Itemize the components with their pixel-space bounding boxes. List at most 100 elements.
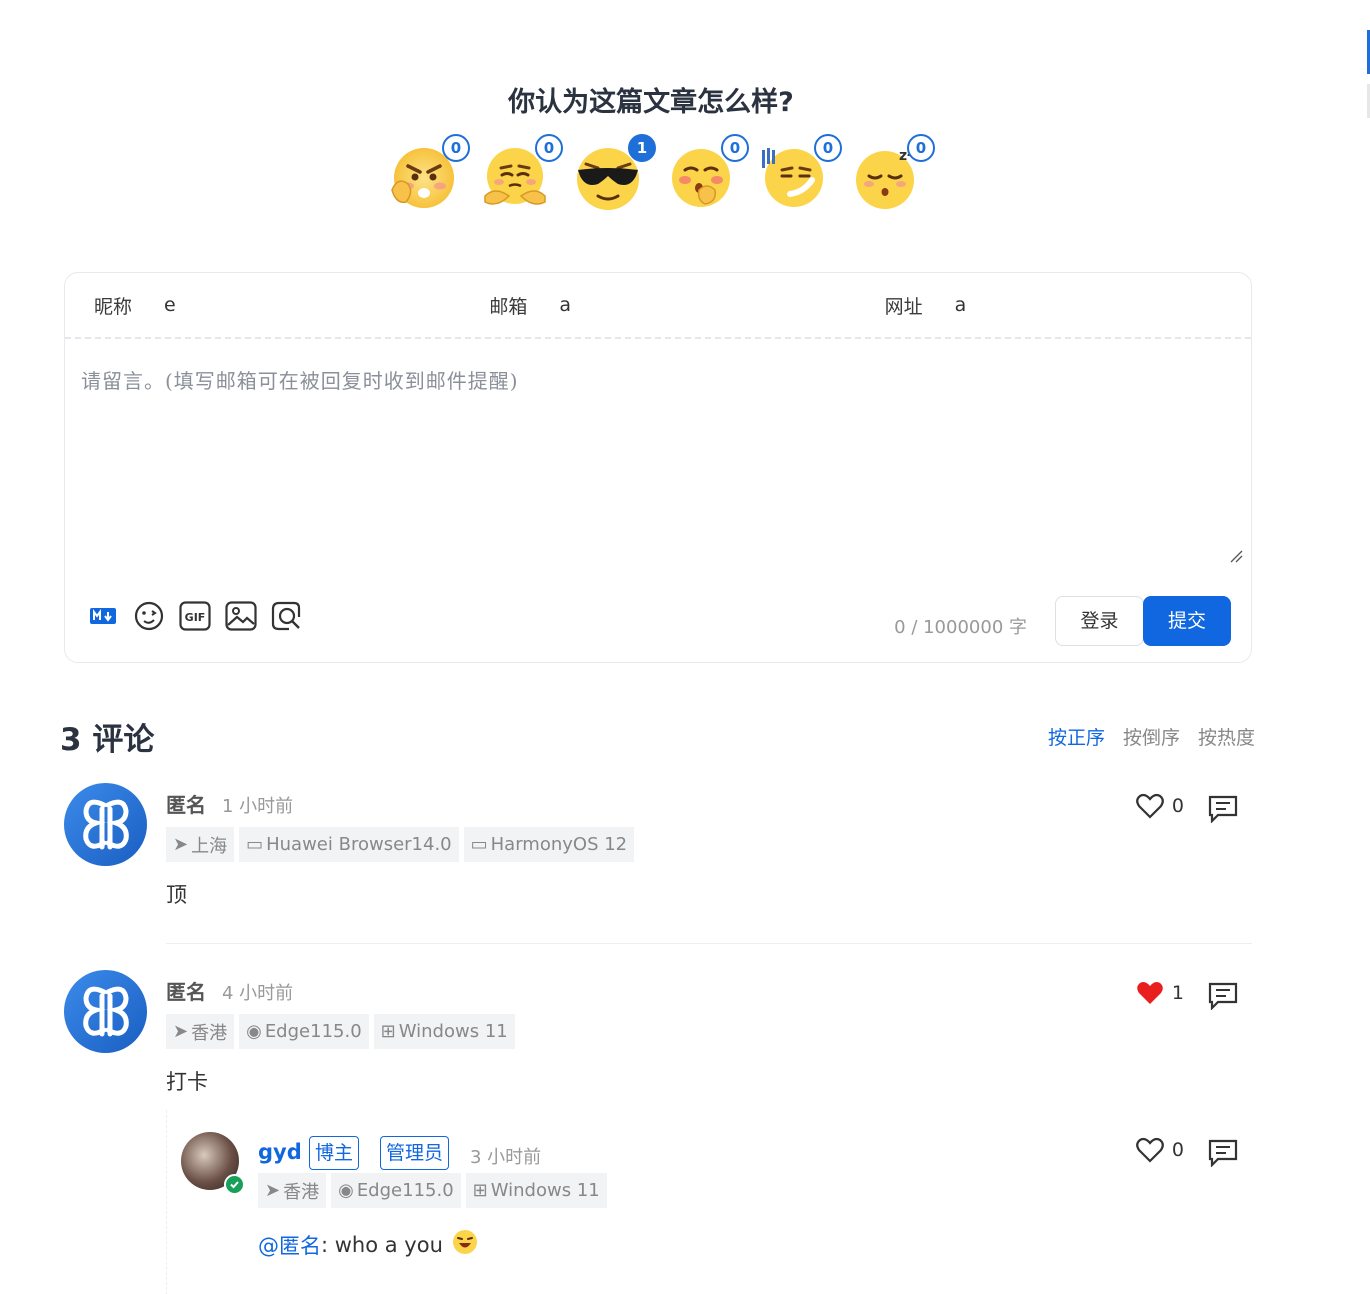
link-input[interactable]: a [955, 294, 967, 316]
os-tag: ⊞ Windows 11 [373, 1014, 515, 1049]
like-count: 0 [1171, 1139, 1184, 1161]
meta-fields: 昵称 e 邮箱 a 网址 a [65, 273, 1251, 339]
sort-hot-tab[interactable]: 按热度 [1198, 723, 1255, 750]
submit-button[interactable]: 提交 [1143, 596, 1231, 646]
browser-tag: ▭ Huawei Browser14.0 [239, 827, 459, 862]
link-field[interactable]: 网址 a [856, 292, 1251, 319]
windows-logo-icon: ⊞ [380, 1021, 396, 1042]
browser-text: Edge115.0 [356, 1180, 454, 1201]
reaction-angry-thinking[interactable]: 0 [388, 134, 470, 214]
os-text: Windows 11 [490, 1180, 600, 1201]
comment-content: 打卡 [166, 1070, 208, 1094]
sort-asc-tab[interactable]: 按正序 [1048, 723, 1105, 750]
like-count: 0 [1171, 795, 1184, 817]
gif-icon: GIF [179, 601, 211, 631]
avatar[interactable] [64, 970, 147, 1053]
like-button[interactable]: 0 [1136, 1137, 1184, 1163]
nick-field[interactable]: 昵称 e [65, 292, 460, 319]
browser-tag: ◉ Edge115.0 [239, 1014, 369, 1049]
butterfly-logo-icon [82, 986, 129, 1036]
nick-input[interactable]: e [164, 294, 176, 316]
admin-badge: 管理员 [380, 1136, 450, 1170]
reaction-bar: 0 0 1 0 0 z 0 [388, 134, 935, 214]
os-text: Windows 11 [398, 1021, 508, 1042]
login-button[interactable]: 登录 [1055, 596, 1144, 646]
location-arrow-icon: ➤ [173, 834, 189, 855]
comment-item: 匿名 1 小时前 ➤ 上海 ▭ Huawei Browser14.0 ▭ Harmon… [64, 783, 1252, 944]
like-button[interactable]: 0 [1136, 793, 1184, 819]
edge-browser-icon: ◉ [338, 1180, 354, 1201]
reaction-count: 0 [907, 134, 935, 162]
os-window-icon: ▭ [470, 834, 488, 855]
markdown-button[interactable] [87, 600, 119, 632]
reply-comment-icon[interactable] [1208, 795, 1238, 823]
location-arrow-icon: ➤ [265, 1180, 281, 1201]
mail-label: 邮箱 [489, 295, 528, 318]
image-button[interactable] [225, 600, 257, 632]
laughing-emoji-icon [452, 1230, 477, 1254]
reaction-sleepy[interactable]: z z 0 [853, 134, 935, 214]
comment-meta-tags: ➤ 上海 ▭ Huawei Browser14.0 ▭ HarmonyOS 12 [166, 827, 635, 862]
browser-tag: ◉ Edge115.0 [331, 1173, 461, 1208]
like-button[interactable]: 1 [1136, 980, 1184, 1006]
comment-time: 1 小时前 [222, 796, 294, 817]
mail-input[interactable]: a [559, 294, 571, 316]
reply-content: @匿名 : who a you [258, 1230, 479, 1260]
emoji-button[interactable] [133, 600, 165, 632]
sort-options: 按正序 按倒序 按热度 [1048, 723, 1255, 750]
reaction-title: 你认为这篇文章怎么样? [508, 87, 794, 118]
windows-logo-icon: ⊞ [472, 1180, 488, 1201]
comment-content: 顶 [166, 883, 187, 907]
markdown-icon [90, 608, 116, 624]
reply-author[interactable]: gyd [258, 1140, 302, 1164]
reply-meta-tags: ➤ 香港 ◉ Edge115.0 ⊞ Windows 11 [258, 1173, 607, 1208]
preview-button[interactable] [271, 600, 303, 632]
heart-outline-icon [1136, 793, 1164, 819]
os-tag: ▭ HarmonyOS 12 [463, 827, 635, 862]
comment-editor: 昵称 e 邮箱 a 网址 a 请留言。(填写邮箱可在被回复时收到邮件提醒) GI… [64, 272, 1252, 663]
location-text: 香港 [283, 1181, 320, 1203]
browser-text: Huawei Browser14.0 [266, 834, 452, 855]
reaction-sweating[interactable]: 0 [760, 134, 842, 214]
browser-window-icon: ▭ [246, 834, 264, 855]
comment-meta-tags: ➤ 香港 ◉ Edge115.0 ⊞ Windows 11 [166, 1014, 515, 1049]
reply-time: 3 小时前 [470, 1147, 542, 1168]
heart-filled-icon [1137, 982, 1163, 1004]
sort-desc-tab[interactable]: 按倒序 [1123, 723, 1180, 750]
mention-link[interactable]: @匿名 [258, 1230, 321, 1260]
owner-badge: 博主 [309, 1136, 360, 1170]
reply-comment-icon[interactable] [1208, 982, 1238, 1010]
comment-textarea[interactable]: 请留言。(填写邮箱可在被回复时收到邮件提醒) [65, 339, 1251, 571]
location-text: 香港 [191, 1022, 228, 1044]
os-tag: ⊞ Windows 11 [465, 1173, 607, 1208]
nick-label: 昵称 [94, 295, 133, 318]
resize-handle-icon[interactable] [1229, 549, 1243, 563]
gif-button[interactable]: GIF [179, 600, 211, 632]
word-count: 0 / 1000000 字 [894, 617, 1027, 638]
mail-field[interactable]: 邮箱 a [460, 292, 855, 319]
comments-count-title: 3 评论 [60, 722, 155, 758]
os-text: HarmonyOS 12 [490, 834, 628, 855]
location-text: 上海 [191, 835, 228, 857]
reaction-count: 0 [814, 134, 842, 162]
reaction-shy[interactable]: 0 [667, 134, 749, 214]
comment-author[interactable]: 匿名 [166, 789, 206, 818]
reaction-count: 0 [442, 134, 470, 162]
editor-toolbar: GIF 0 / 1000000 字 登录 提交 [65, 570, 1251, 662]
reaction-sunglasses[interactable]: 1 [574, 134, 656, 214]
comment-author[interactable]: 匿名 [166, 976, 206, 1005]
verified-check-icon [224, 1174, 245, 1195]
reply-text: : who a you [321, 1233, 443, 1257]
reaction-smug[interactable]: 0 [481, 134, 563, 214]
link-label: 网址 [884, 295, 923, 318]
edge-browser-icon: ◉ [246, 1021, 262, 1042]
location-tag: ➤ 香港 [258, 1173, 327, 1208]
svg-text:z: z [899, 148, 907, 164]
reaction-count: 0 [535, 134, 563, 162]
preview-icon [271, 601, 301, 631]
location-tag: ➤ 上海 [166, 827, 235, 862]
reply-comment-icon[interactable] [1208, 1139, 1238, 1167]
avatar[interactable] [64, 783, 147, 866]
comment-placeholder: 请留言。(填写邮箱可在被回复时收到邮件提醒) [81, 369, 519, 393]
heart-outline-icon [1136, 1137, 1164, 1163]
